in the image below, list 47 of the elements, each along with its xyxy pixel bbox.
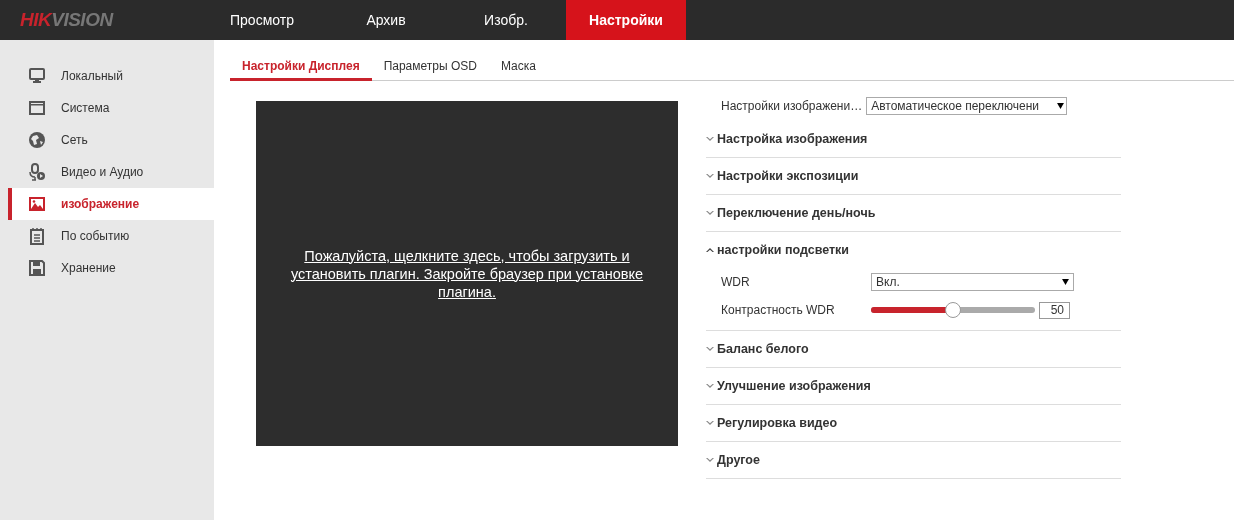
notepad-icon [28, 227, 46, 245]
chevron-down-icon [706, 420, 714, 426]
section-header[interactable]: Другое [706, 442, 1121, 478]
sidebar-item[interactable]: Сеть [8, 124, 214, 156]
section-header[interactable]: Регулировка видео [706, 405, 1121, 441]
nav-tab[interactable]: Настройки [566, 0, 686, 40]
section-header[interactable]: Настройка изображения [706, 121, 1121, 157]
chevron-down-icon [706, 346, 714, 352]
image-icon [28, 195, 46, 213]
section-header[interactable]: Настройки экспозиции [706, 158, 1121, 194]
tab[interactable]: Настройки Дисплея [230, 55, 372, 81]
field-label: Контрастность WDR [721, 303, 836, 317]
chevron-up-icon [706, 247, 714, 253]
nav-tab[interactable]: Изобр. [446, 0, 566, 40]
section-header[interactable]: настройки подсветки [706, 232, 1121, 268]
field-label: Настройки изображени… [721, 99, 863, 113]
mic-icon [28, 163, 46, 181]
nav-tab[interactable]: Архив [326, 0, 446, 40]
chevron-down-icon [706, 383, 714, 389]
chevron-down-icon [706, 457, 714, 463]
chevron-down-icon [706, 136, 714, 142]
slider-thumb[interactable] [945, 302, 961, 318]
sidebar-item[interactable]: Локальный [8, 60, 214, 92]
sidebar-item[interactable]: Видео и Аудио [8, 156, 214, 188]
caret-icon [1057, 103, 1065, 109]
sidebar-item[interactable]: Хранение [8, 252, 214, 284]
sidebar-item[interactable]: Система [8, 92, 214, 124]
mode-dropdown[interactable]: Автоматическое переключени [866, 97, 1068, 115]
nav-tab[interactable]: Просмотр [214, 0, 326, 40]
chevron-down-icon [706, 173, 714, 179]
caret-icon [1062, 279, 1069, 285]
sidebar-item[interactable]: По событию [8, 220, 214, 252]
value-field[interactable]: 50 [1039, 301, 1070, 319]
globe-icon [28, 131, 46, 149]
monitor-icon [28, 67, 46, 85]
brand-logo: HIKVISION [19, 8, 115, 32]
section-header[interactable]: Переключение день/ночь [706, 195, 1121, 231]
section-header[interactable]: Улучшение изображения [706, 368, 1121, 404]
tab[interactable]: Маска [488, 55, 548, 81]
chevron-down-icon [706, 210, 714, 216]
sidebar-item[interactable]: изображение [8, 188, 214, 220]
window-icon [28, 99, 46, 117]
wdr-dropdown[interactable]: Вкл. [871, 273, 1074, 291]
plugin-link[interactable]: Пожалуйста, щелкните здесь, чтобы загрузить и установить плагин. Закройте браузер при установке плагина. [277, 246, 657, 301]
field-label: WDR [721, 275, 751, 289]
tab[interactable]: Параметры OSD [371, 55, 489, 81]
section-header[interactable]: Баланс белого [706, 331, 1121, 367]
